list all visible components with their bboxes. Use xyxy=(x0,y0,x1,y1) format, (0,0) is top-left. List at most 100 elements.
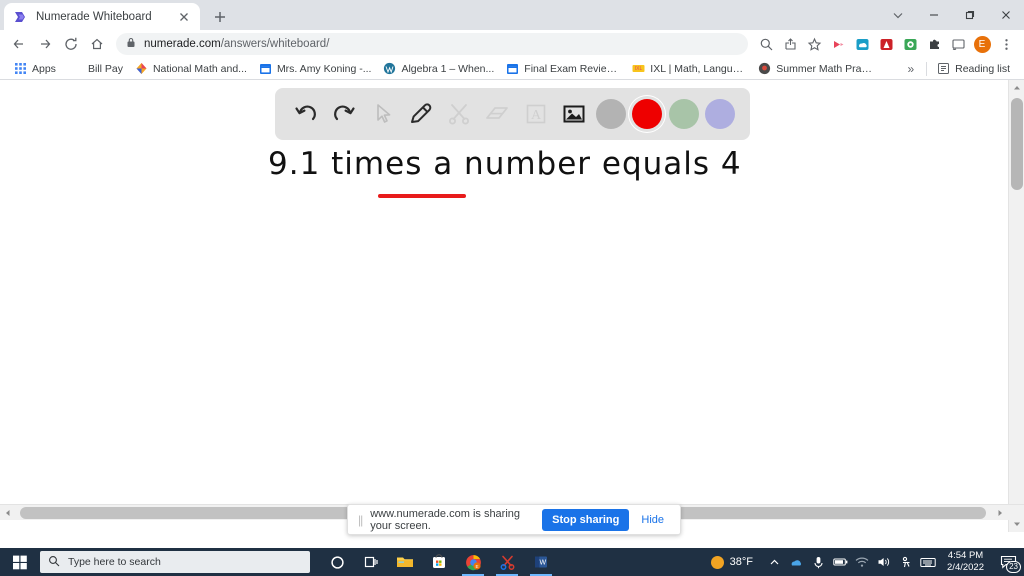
scissors-icon[interactable] xyxy=(443,98,475,130)
system-tray: 38°F 4:54 PM 2/4/2022 23 xyxy=(710,548,1024,576)
undo-icon[interactable] xyxy=(290,98,322,130)
microphone-icon[interactable] xyxy=(807,548,829,576)
chrome-menu-button[interactable] xyxy=(994,32,1018,56)
text-icon[interactable]: A xyxy=(520,98,552,130)
url-path: /answers/whiteboard/ xyxy=(220,38,330,50)
bookmark-bill-pay[interactable]: Bill Pay xyxy=(82,59,129,79)
taskbar-clock[interactable]: 4:54 PM 2/4/2022 xyxy=(939,550,992,574)
word-icon[interactable]: W xyxy=(524,548,558,576)
reload-button[interactable] xyxy=(58,31,84,57)
task-view-icon[interactable] xyxy=(354,548,388,576)
extensions-puzzle-icon[interactable] xyxy=(922,32,946,56)
bookmark-star-icon[interactable] xyxy=(802,32,826,56)
handwriting-text: 9.1 times a number equals 4 xyxy=(268,146,742,182)
url-domain: numerade.com xyxy=(144,38,221,50)
forward-button[interactable] xyxy=(32,31,58,57)
browser-tab-numerade-whiteboard[interactable]: Numerade Whiteboard xyxy=(4,3,200,30)
clock-date: 2/4/2022 xyxy=(947,562,984,573)
lock-icon xyxy=(126,37,136,51)
close-window-button[interactable] xyxy=(988,0,1024,30)
onedrive-icon[interactable] xyxy=(785,548,807,576)
reading-list-icon xyxy=(937,62,950,75)
sun-icon xyxy=(710,555,724,569)
bookmark-mrs-amy-koning[interactable]: Mrs. Amy Koning -... xyxy=(253,59,378,79)
notification-center-button[interactable]: 23 xyxy=(992,548,1024,576)
bookmark-summer-math[interactable]: Summer Math Pract... xyxy=(752,59,878,79)
color-swatch-green[interactable] xyxy=(668,99,699,129)
cortana-icon[interactable] xyxy=(320,548,354,576)
show-hidden-icons-icon[interactable] xyxy=(763,548,785,576)
adobe-pdf-icon[interactable] xyxy=(874,32,898,56)
weather-temperature: 38°F xyxy=(729,556,754,568)
svg-text:A: A xyxy=(531,108,542,123)
microsoft-store-icon[interactable] xyxy=(422,548,456,576)
scroll-up-icon[interactable] xyxy=(1009,80,1024,96)
extension-video-icon[interactable] xyxy=(826,32,850,56)
bookmark-algebra-1[interactable]: Algebra 1 – When... xyxy=(377,59,500,79)
home-button[interactable] xyxy=(84,31,110,57)
color-swatch-gray[interactable] xyxy=(596,99,627,129)
handwritten-equation: 9.1 times a number equals 4 xyxy=(268,146,742,198)
extension-grammar-icon[interactable] xyxy=(898,32,922,56)
divider xyxy=(926,61,928,76)
bookmarks-overflow-button[interactable]: » xyxy=(899,62,922,76)
bookmark-label: Summer Math Pract... xyxy=(776,62,873,75)
accessibility-icon[interactable] xyxy=(895,548,917,576)
close-tab-icon[interactable] xyxy=(176,9,192,25)
profile-initial: E xyxy=(973,35,991,53)
keyboard-icon[interactable] xyxy=(917,548,939,576)
drag-handle-icon[interactable]: || xyxy=(358,513,363,527)
bookmark-apps[interactable]: Apps xyxy=(8,59,62,79)
windows-taskbar: Type here to search E W 38°F 4:54 PM 2/4… xyxy=(0,548,1024,576)
image-icon[interactable] xyxy=(558,98,590,130)
bookmark-label: National Math and... xyxy=(152,62,247,75)
search-icon[interactable] xyxy=(754,32,778,56)
chrome-icon[interactable]: E xyxy=(456,548,490,576)
avatar[interactable]: E xyxy=(970,32,994,56)
vertical-scrollbar[interactable] xyxy=(1008,80,1024,532)
weather-widget[interactable]: 38°F xyxy=(710,555,754,569)
cursor-select-icon[interactable] xyxy=(367,98,399,130)
volume-icon[interactable] xyxy=(873,548,895,576)
start-button[interactable] xyxy=(0,548,40,576)
vertical-scrollbar-thumb[interactable] xyxy=(1011,98,1023,190)
extension-cloud-icon[interactable] xyxy=(850,32,874,56)
notification-count-badge: 23 xyxy=(1006,561,1021,573)
color-swatch-red[interactable] xyxy=(632,99,663,129)
stop-sharing-button[interactable]: Stop sharing xyxy=(542,508,630,531)
battery-icon[interactable] xyxy=(829,548,851,576)
hide-button[interactable]: Hide xyxy=(635,514,670,526)
file-explorer-icon[interactable] xyxy=(388,548,422,576)
address-bar[interactable]: numerade.com/answers/whiteboard/ xyxy=(116,33,748,55)
bookmark-label: Mrs. Amy Koning -... xyxy=(276,62,372,75)
bookmark-final-exam-review[interactable]: Final Exam Review -... xyxy=(500,59,626,79)
share-icon[interactable] xyxy=(778,32,802,56)
taskbar-search-input[interactable]: Type here to search xyxy=(40,551,310,573)
redo-icon[interactable] xyxy=(328,98,360,130)
chevron-down-icon[interactable] xyxy=(880,0,916,30)
back-button[interactable] xyxy=(6,31,32,57)
clock-time: 4:54 PM xyxy=(947,550,984,561)
bookmark-label: IXL | Math, Languag... xyxy=(650,62,747,75)
eraser-icon[interactable] xyxy=(481,98,513,130)
bookmark-label: Apps xyxy=(32,62,56,75)
new-tab-button[interactable] xyxy=(210,7,230,27)
scroll-right-icon[interactable] xyxy=(992,505,1008,521)
browser-toolbar: numerade.com/answers/whiteboard/ E xyxy=(0,30,1024,58)
bookmark-label: Algebra 1 – When... xyxy=(401,62,495,75)
pencil-icon[interactable] xyxy=(405,98,437,130)
svg-text:E: E xyxy=(475,564,478,569)
scroll-left-icon[interactable] xyxy=(0,505,16,521)
reading-list-button[interactable]: Reading list xyxy=(931,59,1016,79)
bookmark-ixl[interactable]: IXL IXL | Math, Languag... xyxy=(626,59,752,79)
minimize-window-button[interactable] xyxy=(916,0,952,30)
globe-icon xyxy=(758,62,771,75)
bookmark-label: Bill Pay xyxy=(87,62,123,75)
snipping-tool-icon[interactable] xyxy=(490,548,524,576)
cast-icon[interactable] xyxy=(946,32,970,56)
color-swatch-purple[interactable] xyxy=(704,99,735,129)
wordpress-icon xyxy=(383,62,396,75)
bookmark-national-math[interactable]: National Math and... xyxy=(129,59,253,79)
maximize-window-button[interactable] xyxy=(952,0,988,30)
wifi-icon[interactable] xyxy=(851,548,873,576)
